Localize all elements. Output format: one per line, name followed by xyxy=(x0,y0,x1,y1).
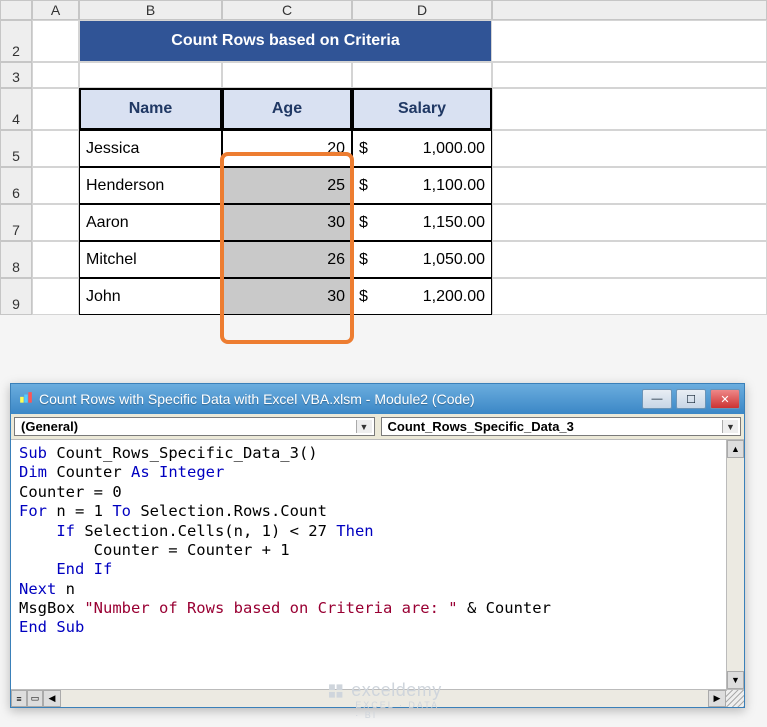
row-header-9[interactable]: 9 xyxy=(0,278,32,315)
name-cell[interactable]: Jessica xyxy=(79,130,222,167)
header-age[interactable]: Age xyxy=(222,88,352,130)
code-area: Sub Count_Rows_Specific_Data_3() Dim Cou… xyxy=(11,440,744,689)
scroll-right-icon[interactable]: ▶ xyxy=(708,690,726,707)
salary-cell[interactable]: $1,200.00 xyxy=(352,278,492,315)
cell[interactable] xyxy=(32,88,79,130)
vertical-scrollbar[interactable]: ▲ ▼ xyxy=(726,440,744,689)
cell-blank[interactable] xyxy=(492,20,767,62)
cell[interactable] xyxy=(32,278,79,315)
view-full-module-icon[interactable]: ≡ xyxy=(11,690,27,707)
currency-symbol: $ xyxy=(359,177,368,195)
row-8: 8 Mitchel 26 $1,050.00 xyxy=(0,241,767,278)
cell[interactable] xyxy=(32,130,79,167)
object-combo-value: (General) xyxy=(21,419,78,434)
currency-symbol: $ xyxy=(359,251,368,269)
row-header-7[interactable]: 7 xyxy=(0,204,32,241)
object-combo[interactable]: (General) ▼ xyxy=(14,417,375,436)
vba-combo-bar: (General) ▼ Count_Rows_Specific_Data_3 ▼ xyxy=(11,414,744,440)
age-cell[interactable]: 25 xyxy=(222,167,352,204)
maximize-button[interactable]: ☐ xyxy=(676,389,706,409)
row-header-5[interactable]: 5 xyxy=(0,130,32,167)
scroll-down-icon[interactable]: ▼ xyxy=(727,671,744,689)
column-headers-row: A B C D xyxy=(0,0,767,20)
resize-grip-icon[interactable] xyxy=(726,690,744,707)
salary-value: 1,150.00 xyxy=(423,214,485,232)
header-salary[interactable]: Salary xyxy=(352,88,492,130)
hscroll-track[interactable] xyxy=(61,690,708,707)
cell[interactable] xyxy=(492,167,767,204)
row-2: 2 Count Rows based on Criteria xyxy=(0,20,767,62)
bottom-scroll-bar: ≡ ▭ ◀ ▶ xyxy=(11,689,744,707)
scroll-up-icon[interactable]: ▲ xyxy=(727,440,744,458)
salary-value: 1,200.00 xyxy=(423,288,485,306)
vba-code-window[interactable]: Count Rows with Specific Data with Excel… xyxy=(10,383,745,708)
title-merged-cell[interactable]: Count Rows based on Criteria xyxy=(79,20,492,62)
name-cell[interactable]: Aaron xyxy=(79,204,222,241)
chevron-down-icon: ▼ xyxy=(722,420,738,433)
procedure-combo-value: Count_Rows_Specific_Data_3 xyxy=(388,419,574,434)
row-5: 5 Jessica 20 $1,000.00 xyxy=(0,130,767,167)
view-procedure-icon[interactable]: ▭ xyxy=(27,690,43,707)
vba-window-title: Count Rows with Specific Data with Excel… xyxy=(39,391,642,407)
cell[interactable] xyxy=(492,88,767,130)
cell[interactable] xyxy=(492,278,767,315)
cell[interactable] xyxy=(222,62,352,88)
row-header-3[interactable]: 3 xyxy=(0,62,32,88)
chevron-down-icon: ▼ xyxy=(356,420,372,433)
scroll-left-icon[interactable]: ◀ xyxy=(43,690,61,707)
cell[interactable] xyxy=(32,62,79,88)
cell[interactable] xyxy=(492,241,767,278)
select-all-corner[interactable] xyxy=(0,0,32,20)
cell[interactable] xyxy=(352,62,492,88)
age-cell[interactable]: 20 xyxy=(222,130,352,167)
currency-symbol: $ xyxy=(359,288,368,306)
salary-cell[interactable]: $1,100.00 xyxy=(352,167,492,204)
row-header-4[interactable]: 4 xyxy=(0,88,32,130)
currency-symbol: $ xyxy=(359,214,368,232)
age-cell[interactable]: 30 xyxy=(222,278,352,315)
cell[interactable] xyxy=(79,62,222,88)
row-3: 3 xyxy=(0,62,767,88)
row-7: 7 Aaron 30 $1,150.00 xyxy=(0,204,767,241)
salary-cell[interactable]: $1,000.00 xyxy=(352,130,492,167)
currency-symbol: $ xyxy=(359,140,368,158)
row-header-6[interactable]: 6 xyxy=(0,167,32,204)
row-4: 4 Name Age Salary xyxy=(0,88,767,130)
row-header-2[interactable]: 2 xyxy=(0,20,32,62)
cell[interactable] xyxy=(32,241,79,278)
cell[interactable] xyxy=(492,130,767,167)
col-header-c[interactable]: C xyxy=(222,0,352,20)
age-cell[interactable]: 30 xyxy=(222,204,352,241)
header-name[interactable]: Name xyxy=(79,88,222,130)
vba-title-bar[interactable]: Count Rows with Specific Data with Excel… xyxy=(11,384,744,414)
close-button[interactable]: ✕ xyxy=(710,389,740,409)
cell[interactable] xyxy=(32,204,79,241)
name-cell[interactable]: John xyxy=(79,278,222,315)
procedure-combo[interactable]: Count_Rows_Specific_Data_3 ▼ xyxy=(381,417,742,436)
col-header-d[interactable]: D xyxy=(352,0,492,20)
salary-cell[interactable]: $1,150.00 xyxy=(352,204,492,241)
salary-cell[interactable]: $1,050.00 xyxy=(352,241,492,278)
row-9: 9 John 30 $1,200.00 xyxy=(0,278,767,315)
row-6: 6 Henderson 25 $1,100.00 xyxy=(0,167,767,204)
salary-value: 1,000.00 xyxy=(423,140,485,158)
col-header-blank xyxy=(492,0,767,20)
minimize-button[interactable]: — xyxy=(642,389,672,409)
salary-value: 1,100.00 xyxy=(423,177,485,195)
cell[interactable] xyxy=(32,167,79,204)
code-editor[interactable]: Sub Count_Rows_Specific_Data_3() Dim Cou… xyxy=(11,440,726,689)
salary-value: 1,050.00 xyxy=(423,251,485,269)
cell[interactable] xyxy=(492,62,767,88)
excel-grid: A B C D 2 Count Rows based on Criteria 3… xyxy=(0,0,767,315)
cell[interactable] xyxy=(492,204,767,241)
col-header-b[interactable]: B xyxy=(79,0,222,20)
name-cell[interactable]: Henderson xyxy=(79,167,222,204)
name-cell[interactable]: Mitchel xyxy=(79,241,222,278)
age-cell[interactable]: 26 xyxy=(222,241,352,278)
row-header-8[interactable]: 8 xyxy=(0,241,32,278)
col-header-a[interactable]: A xyxy=(32,0,79,20)
vba-module-icon xyxy=(19,391,33,408)
cell-a2[interactable] xyxy=(32,20,79,62)
